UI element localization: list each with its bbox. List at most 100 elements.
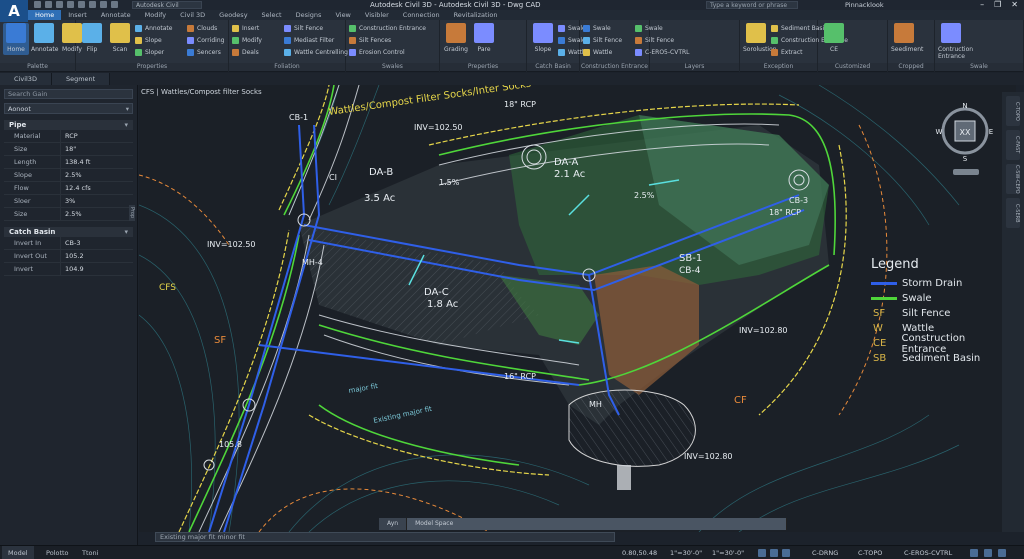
panel-title[interactable]: Swales (346, 63, 439, 71)
sloper-tool[interactable]: Sloper (135, 49, 164, 56)
status-tab-model[interactable]: Model (2, 546, 34, 559)
grading-button[interactable]: Grading (443, 23, 469, 53)
property-row-invert-out[interactable]: Invert Out 105.2 (4, 250, 133, 263)
property-value[interactable]: 18" (60, 143, 133, 155)
silt-fences-tool[interactable]: Silt Fences (349, 37, 391, 44)
ribbon-tab-annotate[interactable]: Annotate (94, 10, 138, 20)
ortho-icon[interactable] (782, 549, 790, 557)
undo-icon[interactable] (67, 1, 74, 8)
property-value[interactable]: 2.5% (60, 169, 133, 181)
plot-icon[interactable] (89, 1, 96, 8)
ribbon-tab-home[interactable]: Home (28, 10, 62, 20)
extract-tool[interactable]: Extract (771, 49, 803, 56)
viewport-label[interactable]: CFS | Wattles/Compost filter Socks (141, 88, 262, 96)
modify-tool[interactable]: Modify (232, 37, 262, 44)
status-layer-2[interactable]: C-TOPO (858, 546, 882, 559)
seediment-button[interactable]: Seediment (891, 23, 923, 53)
nav-tab-3[interactable]: C-SW-CEPO (1006, 164, 1020, 194)
property-value[interactable]: 12.4 cfs (60, 182, 133, 194)
slope-button[interactable]: Slope (530, 23, 556, 53)
panel-title[interactable]: Customized (818, 63, 887, 71)
status-layer-1[interactable]: C-DRNG (812, 546, 838, 559)
save-icon[interactable] (56, 1, 63, 8)
erosion-control-tool[interactable]: Erosion Control (349, 49, 405, 56)
minimize-button[interactable]: – (980, 0, 984, 10)
ce-button[interactable]: CE (821, 23, 847, 53)
mediast-filter-tool[interactable]: Mediast Filter (284, 37, 334, 44)
status-tab-polotto[interactable]: Polotto (40, 546, 75, 559)
palette-search-input[interactable]: Search Gain (4, 89, 133, 99)
ribbon-tab-revitalization[interactable]: Revitalization (447, 10, 505, 20)
property-value[interactable]: 138.4 ft (60, 156, 133, 168)
nav-tab-4[interactable]: C-SERB (1006, 198, 1020, 228)
property-row-invert-in[interactable]: Invert In CB-3 (4, 237, 133, 250)
silt-fence-tool[interactable]: Silt Fence (583, 37, 622, 44)
maximize-button[interactable]: ❐ (994, 0, 1001, 10)
close-button[interactable]: ✕ (1011, 0, 1018, 10)
app-logo[interactable]: A (0, 0, 28, 22)
ribbon-tab-view[interactable]: View (328, 10, 357, 20)
more-icon[interactable] (111, 1, 118, 8)
drawing-canvas[interactable]: CFS | Wattles/Compost filter Socks Wattl… (139, 85, 1016, 532)
panel-title[interactable]: Catch Basin (527, 63, 579, 71)
share-icon[interactable] (100, 1, 107, 8)
deals-tool[interactable]: Deals (232, 49, 259, 56)
ribbon-tab-insert[interactable]: Insert (61, 10, 94, 20)
command-line-input[interactable]: Existing major fit minor fit (155, 532, 615, 542)
panel-title[interactable]: Cropped (888, 63, 934, 71)
panel-title[interactable]: Preperties (440, 63, 526, 71)
grid-icon[interactable] (770, 549, 778, 557)
ribbon-tab-visibler[interactable]: Visibler (358, 10, 396, 20)
catch-basin-section-header[interactable]: Catch Basin (4, 227, 133, 237)
property-value[interactable]: RCP (60, 130, 133, 142)
nav-tab-2[interactable]: C-FAST (1006, 130, 1020, 160)
ribbon-tab-designs[interactable]: Designs (289, 10, 329, 20)
property-row-length[interactable]: Length 138.4 ft (4, 156, 133, 169)
status-tab-ttoni[interactable]: Ttoni (76, 546, 104, 559)
help-search-input[interactable]: Type a keyword or phrase (706, 1, 798, 9)
viewcube[interactable]: XX N S E W (935, 99, 999, 179)
status-scale-2[interactable]: 1"=30'-0" (712, 546, 744, 559)
panel-title[interactable]: Properties (76, 63, 228, 71)
layout-tab-ayn[interactable]: Ayn (379, 518, 408, 530)
settings-icon[interactable] (970, 549, 978, 557)
property-value[interactable]: 104.9 (60, 263, 133, 275)
property-value[interactable]: 2.5% (60, 208, 133, 220)
property-row-slope[interactable]: Slope 2.5% (4, 169, 133, 182)
contruction-entrance-button[interactable]: Contruction Entrance (938, 23, 973, 60)
pare-button[interactable]: Pare (471, 23, 497, 53)
status-scale-1[interactable]: 1"=30'-0" (670, 546, 702, 559)
ribbon-tab-select[interactable]: Select (255, 10, 289, 20)
panel-title[interactable]: Palette (0, 63, 75, 71)
property-row-size[interactable]: Size 18" (4, 143, 133, 156)
property-value[interactable]: 3% (60, 195, 133, 207)
insert-tool[interactable]: Insert (232, 25, 259, 32)
panel-title[interactable]: Swale (935, 63, 1023, 71)
customize-icon[interactable] (998, 549, 1006, 557)
property-row-flow[interactable]: Flow 12.4 cfs (4, 182, 133, 195)
construction-entrance-tool[interactable]: Construction Entrance (349, 25, 426, 32)
panel-title[interactable]: Foliation (229, 63, 345, 71)
property-row-material[interactable]: Material RCP (4, 130, 133, 143)
home-button[interactable]: Home (3, 23, 29, 55)
palette-side-tab[interactable]: Prop (129, 205, 135, 221)
scan-button[interactable]: Scan (107, 23, 133, 53)
open-icon[interactable] (45, 1, 52, 8)
fullscreen-icon[interactable] (984, 549, 992, 557)
status-layer-3[interactable]: C-EROS-CVTRL (904, 546, 952, 559)
silt-fence-tool[interactable]: Silt Fence (284, 25, 323, 32)
sorolustion-button[interactable]: Sorolustion (743, 23, 777, 53)
property-row-invert[interactable]: Invert 104.9 (4, 263, 133, 276)
ribbon-tab-geodesy[interactable]: Geodesy (212, 10, 254, 20)
clouds-tool[interactable]: Clouds (187, 25, 217, 32)
swale-tool[interactable]: Swale (583, 25, 611, 32)
property-value[interactable]: 105.2 (60, 250, 133, 262)
doc-tab-civil3d[interactable]: Civil3D (0, 73, 52, 85)
property-row-size[interactable]: Size 2.5% (4, 208, 133, 221)
palette-object-dropdown[interactable]: Aonoot (4, 103, 133, 114)
redo-icon[interactable] (78, 1, 85, 8)
wattle-tool[interactable]: Wattle (583, 49, 612, 56)
wattle-centrelling-tool[interactable]: Wattle Centrelling (284, 49, 348, 56)
property-row-sloer[interactable]: Sloer 3% (4, 195, 133, 208)
panel-title[interactable]: Layers (650, 63, 739, 71)
